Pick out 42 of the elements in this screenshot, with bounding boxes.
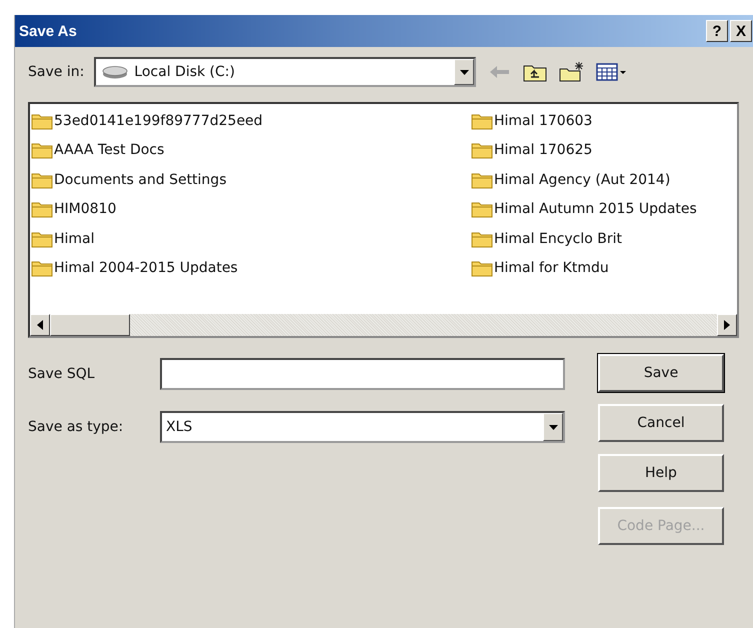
folder-item[interactable]: Himal Encyclo Brit (470, 224, 737, 254)
folder-icon (31, 170, 53, 189)
horizontal-scrollbar[interactable] (30, 314, 737, 336)
folder-icon (471, 112, 493, 130)
folder-item[interactable]: Himal Agency (Aut 2014) (470, 165, 737, 194)
window-title: Save As (19, 22, 77, 40)
folder-item[interactable]: HIM0810 (30, 194, 470, 224)
folder-icon (31, 230, 53, 248)
folder-icon (471, 141, 493, 160)
help-button[interactable]: ? (706, 20, 728, 42)
file-name-label: Save SQL (28, 366, 96, 382)
dialog-button[interactable]: Help (598, 454, 724, 492)
dialog-button[interactable]: Save (598, 354, 724, 392)
file-type-dropdown[interactable]: XLS (160, 411, 565, 443)
folder-icon (31, 112, 53, 130)
folder-icon (471, 259, 493, 278)
folder-icon (31, 200, 53, 218)
folder-item[interactable]: Documents and Settings (30, 165, 470, 194)
folder-icon (31, 141, 53, 160)
folder-icon (471, 170, 493, 189)
folder-item[interactable]: Himal 2004-2015 Updates (30, 254, 470, 283)
file-name-field[interactable] (160, 358, 565, 390)
scroll-right-icon[interactable] (724, 320, 730, 330)
folder-icon (471, 230, 493, 248)
disk-drive-icon (102, 65, 128, 79)
dialog-button[interactable]: Cancel (598, 404, 724, 442)
save-in-label: Save in: (28, 64, 84, 80)
scroll-left-icon[interactable] (37, 320, 43, 330)
folder-item[interactable]: 53ed0141e199f89777d25eed (30, 106, 470, 136)
folder-item[interactable]: Himal 170625 (470, 136, 737, 165)
folder-icon (471, 200, 493, 218)
folder-item[interactable]: AAAA Test Docs (30, 136, 470, 165)
save-in-dropdown[interactable]: Local Disk (C:) (94, 57, 476, 87)
view-menu-icon[interactable] (596, 62, 628, 82)
folder-icon (31, 259, 53, 278)
folder-item[interactable]: Himal 170603 (470, 106, 737, 136)
scrollbar-thumb[interactable] (50, 314, 130, 336)
folder-item[interactable]: Himal Autumn 2015 Updates (470, 194, 737, 224)
folder-item[interactable]: Himal (30, 224, 470, 254)
file-type-label: Save as type: (28, 419, 124, 435)
close-button[interactable]: X (730, 20, 752, 42)
folder-item[interactable]: Himal for Ktmdu (470, 254, 737, 283)
